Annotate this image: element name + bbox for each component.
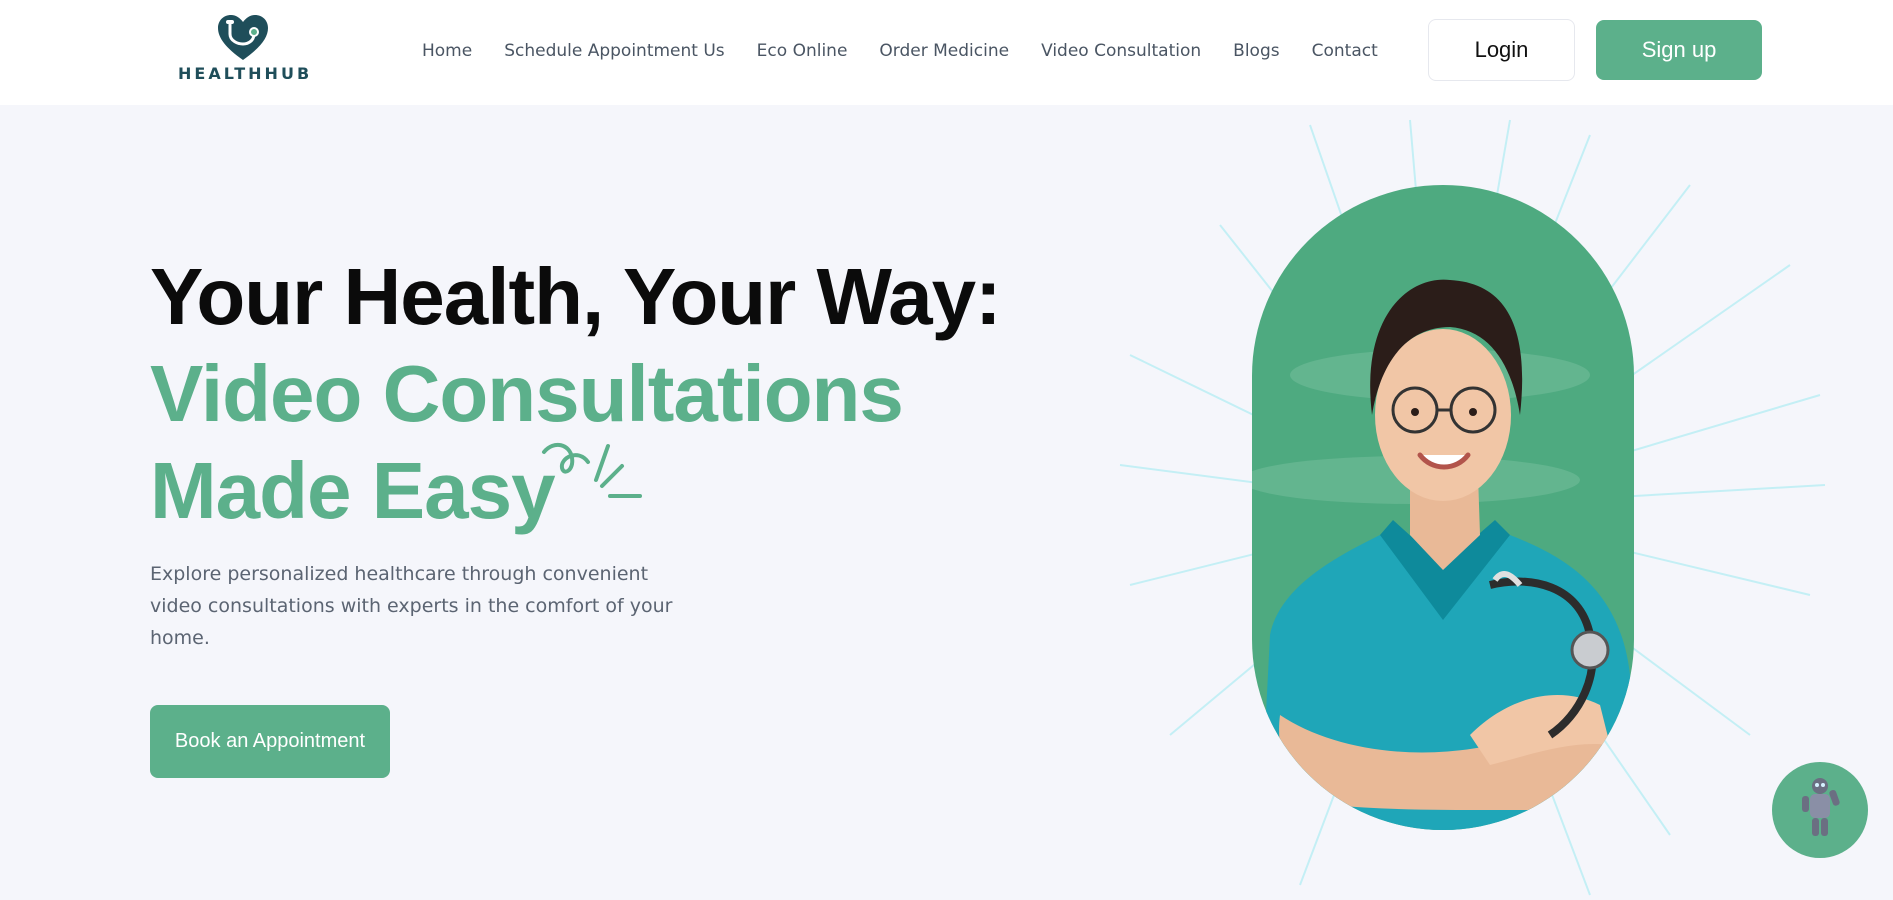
nav-item-home[interactable]: Home <box>422 38 472 64</box>
robot-assistant-icon <box>1802 778 1840 836</box>
doctor-portrait <box>1119 119 1826 896</box>
brand-name: HEALTHHUB <box>178 64 313 83</box>
heart-stethoscope-icon <box>218 15 268 60</box>
book-appointment-button[interactable]: Book an Appointment <box>150 705 390 778</box>
nav-item-eco-online[interactable]: Eco Online <box>757 38 848 64</box>
nav-item-contact[interactable]: Contact <box>1312 38 1378 64</box>
nav-item-order-medicine[interactable]: Order Medicine <box>879 38 1009 64</box>
site-header: HEALTHHUB Home Schedule Appointment Us E… <box>0 0 1893 105</box>
hero-title-line1: Your Health, Your Way: <box>150 252 1002 341</box>
brand-logo[interactable]: HEALTHHUB <box>178 14 313 86</box>
hero-title-line2: Video Consultations <box>150 349 904 438</box>
main-nav: Home Schedule Appointment Us Eco Online … <box>422 38 1410 64</box>
nav-item-blogs[interactable]: Blogs <box>1233 38 1279 64</box>
chat-assistant-button[interactable] <box>1772 762 1868 858</box>
nav-item-schedule-appointment[interactable]: Schedule Appointment Us <box>504 38 724 64</box>
sparkle-doodle-icon <box>542 442 642 498</box>
hero-description: Explore personalized healthcare through … <box>150 563 673 649</box>
nav-item-video-consultation[interactable]: Video Consultation <box>1041 38 1201 64</box>
signup-button[interactable]: Sign up <box>1596 20 1762 80</box>
login-button[interactable]: Login <box>1428 19 1575 81</box>
